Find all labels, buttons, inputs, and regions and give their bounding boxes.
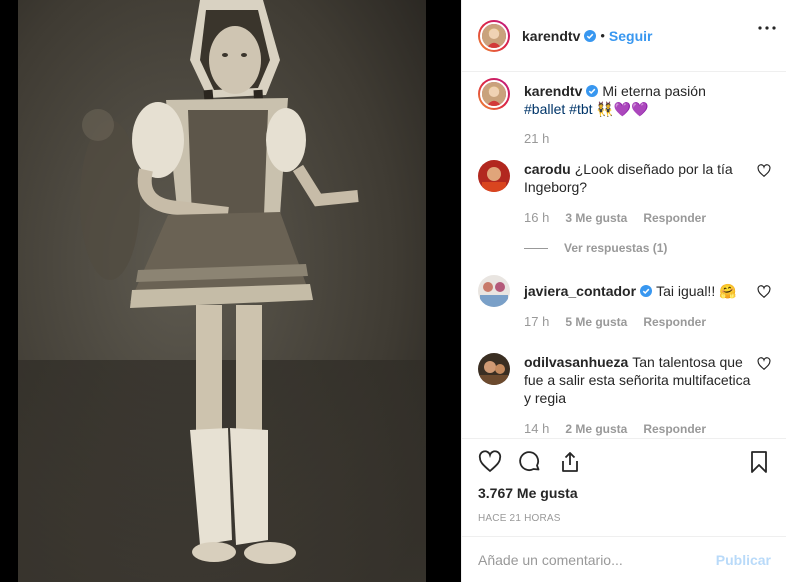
post-photo[interactable] xyxy=(18,0,426,582)
more-icon xyxy=(758,26,776,30)
comment-likes[interactable]: 2 Me gusta xyxy=(565,420,627,438)
comment-item: javiera_contador Tai igual!! 🤗 17 h 5 Me … xyxy=(478,275,771,331)
follow-button[interactable]: Seguir xyxy=(609,28,653,44)
post-timestamp[interactable]: HACE 21 HORAS xyxy=(478,513,771,524)
caption-time[interactable]: 21 h xyxy=(524,130,549,148)
comment-avatar[interactable] xyxy=(478,353,510,385)
photo-illustration xyxy=(18,0,426,582)
reply-button[interactable]: Responder xyxy=(643,209,706,227)
comment-username[interactable]: carodu xyxy=(524,161,571,177)
hashtag-ballet[interactable]: #ballet xyxy=(524,101,565,117)
avatar-image xyxy=(478,160,510,192)
comment-avatar[interactable] xyxy=(478,275,510,307)
action-bar xyxy=(478,439,771,485)
more-options-button[interactable] xyxy=(755,16,779,40)
caption-avatar[interactable] xyxy=(478,78,510,110)
comment-input[interactable] xyxy=(478,551,716,568)
bookmark-icon[interactable] xyxy=(747,450,771,474)
comments-list[interactable]: karendtv Mi eterna pasión #ballet #tbt 👯💜… xyxy=(462,72,786,438)
comment-likes[interactable]: 5 Me gusta xyxy=(565,313,627,331)
reply-button[interactable]: Responder xyxy=(643,420,706,438)
heart-icon[interactable] xyxy=(757,285,771,299)
post-header: karendtv • Seguir xyxy=(462,0,786,72)
comment-item: carodu ¿Look diseñado por la tía Ingeborg… xyxy=(478,160,771,227)
comment-avatar[interactable] xyxy=(478,160,510,192)
comment-time[interactable]: 16 h xyxy=(524,209,549,227)
post-sidebar: karendtv • Seguir karendtv Mi eterna pasi… xyxy=(461,0,786,582)
post-caption: karendtv Mi eterna pasión #ballet #tbt 👯💜… xyxy=(478,78,771,148)
comment-text: Tai igual!! 🤗 xyxy=(656,283,737,299)
comment-username[interactable]: javiera_contador xyxy=(524,283,636,299)
comment-time[interactable]: 14 h xyxy=(524,420,549,438)
view-replies-label: Ver respuestas (1) xyxy=(564,241,668,255)
avatar-image xyxy=(482,23,506,48)
replies-divider xyxy=(524,247,548,249)
share-icon[interactable] xyxy=(558,450,582,474)
view-replies-button[interactable]: Ver respuestas (1) xyxy=(524,241,771,255)
comment-time[interactable]: 17 h xyxy=(524,313,549,331)
avatar-image xyxy=(478,353,510,385)
caption-emoji: 👯💜💜 xyxy=(596,101,649,117)
add-comment-form: Publicar xyxy=(462,536,786,582)
author-username[interactable]: karendtv xyxy=(522,28,580,44)
heart-icon[interactable] xyxy=(757,357,771,371)
likes-count[interactable]: 3.767 Me gusta xyxy=(478,485,771,501)
verified-icon xyxy=(640,285,653,297)
caption-username[interactable]: karendtv xyxy=(524,83,582,99)
hashtag-tbt[interactable]: #tbt xyxy=(569,101,592,117)
post-media xyxy=(0,0,461,582)
comment-likes[interactable]: 3 Me gusta xyxy=(565,209,627,227)
post-actions: 3.767 Me gusta HACE 21 HORAS xyxy=(462,438,786,524)
comment-item: odilvasanhueza Tan talentosa que fue a sa… xyxy=(478,353,771,438)
reply-button[interactable]: Responder xyxy=(643,313,706,331)
avatar-image xyxy=(478,275,510,307)
author-avatar[interactable] xyxy=(478,19,510,52)
comment-username[interactable]: odilvasanhueza xyxy=(524,354,628,370)
comment-icon[interactable] xyxy=(518,450,542,474)
separator-dot: • xyxy=(600,28,605,43)
verified-icon xyxy=(586,85,599,97)
heart-icon[interactable] xyxy=(757,164,771,178)
avatar-image xyxy=(482,82,506,106)
caption-text: Mi eterna pasión xyxy=(602,83,706,99)
heart-icon[interactable] xyxy=(478,450,502,474)
publish-button[interactable]: Publicar xyxy=(716,552,771,568)
verified-icon xyxy=(584,29,597,42)
